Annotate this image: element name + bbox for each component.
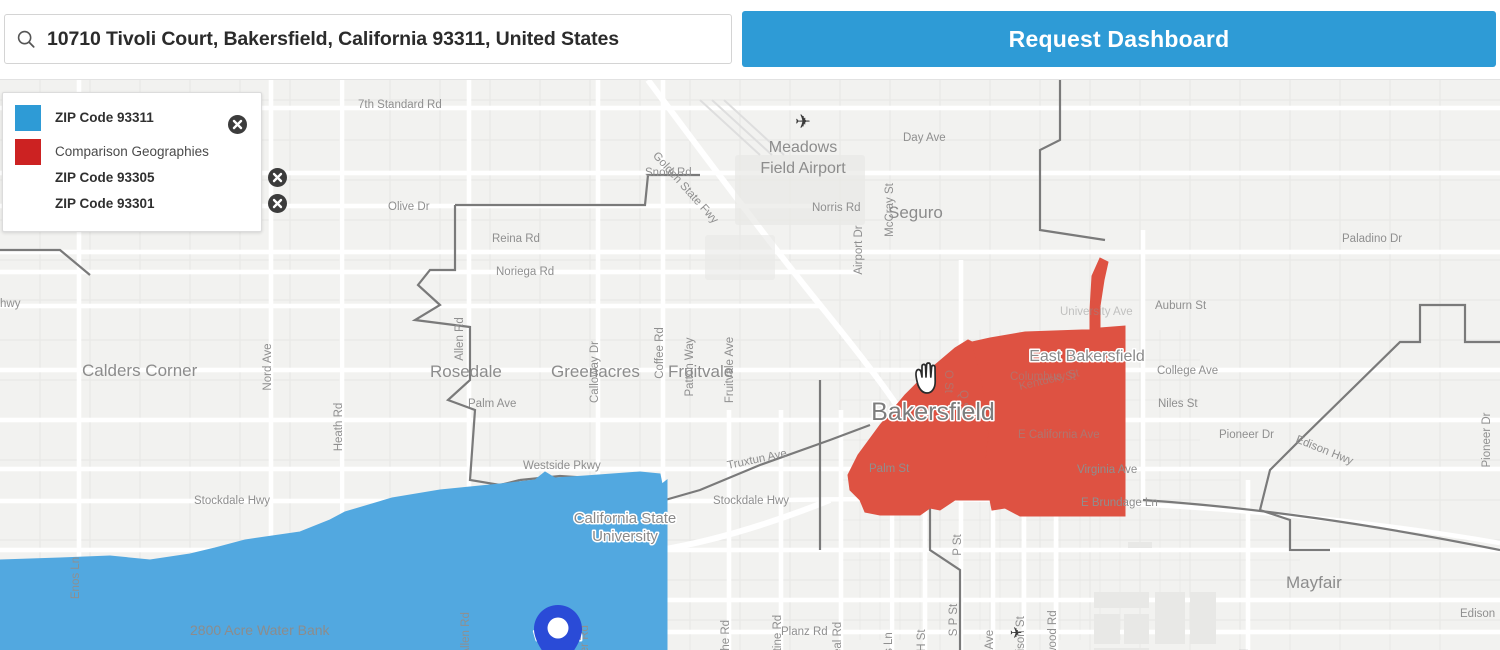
legend-item-zip-93305[interactable]: ZIP Code 93305 — [55, 165, 287, 191]
app-header: 10710 Tivoli Court, Bakersfield, Califor… — [0, 0, 1500, 80]
airplane-icon-south: ✈ — [1010, 625, 1023, 642]
svg-text:Day Ave: Day Ave — [903, 132, 946, 144]
svg-text:University Ave: University Ave — [1060, 306, 1133, 318]
svg-text:Greenacres: Greenacres — [551, 362, 640, 381]
zip-map-application: 10710 Tivoli Court, Bakersfield, Califor… — [0, 0, 1500, 650]
svg-text:Pioneer Dr: Pioneer Dr — [1219, 429, 1274, 441]
legend-swatch-primary — [15, 105, 41, 131]
svg-text:Palm St: Palm St — [869, 463, 910, 475]
svg-text:Rosedale: Rosedale — [430, 362, 502, 381]
legend-label-zip-93301: ZIP Code 93301 — [55, 196, 155, 211]
svg-text:Cottonwood Rd: Cottonwood Rd — [1047, 610, 1059, 650]
svg-text:S Real Rd: S Real Rd — [832, 622, 844, 650]
svg-text:Nord Ave: Nord Ave — [262, 343, 274, 390]
svg-text:Coffee Rd: Coffee Rd — [654, 327, 666, 379]
svg-text:S Allen Rd: S Allen Rd — [460, 612, 472, 650]
legend-label-comparison: Comparison Geographies — [55, 144, 209, 159]
svg-text:Noriega Rd: Noriega Rd — [496, 266, 554, 278]
map-legend-panel: ZIP Code 93311 Comparison Geographies ZI… — [2, 92, 287, 232]
svg-text:S H St: S H St — [916, 629, 928, 650]
svg-text:Allen Rd: Allen Rd — [454, 317, 466, 360]
svg-text:College Ave: College Ave — [1157, 365, 1218, 377]
svg-text:Mayfair: Mayfair — [1286, 573, 1342, 592]
svg-text:Westside Pkwy: Westside Pkwy — [523, 460, 601, 472]
svg-text:Hughes Ln: Hughes Ln — [883, 632, 895, 650]
svg-text:O St: O St — [942, 370, 954, 394]
svg-text:2800 Acre Water Bank: 2800 Acre Water Bank — [190, 622, 331, 638]
svg-text:Seguro: Seguro — [888, 203, 943, 222]
svg-text:Norris Rd: Norris Rd — [812, 202, 861, 214]
legend-group-comparison: Comparison Geographies ZIP Code 93305 ZI… — [15, 139, 287, 217]
close-icon-zip-93305[interactable] — [268, 168, 287, 187]
legend-comparison-items: ZIP Code 93305 ZIP Code 93301 — [55, 165, 287, 217]
search-icon — [17, 30, 35, 48]
map-canvas[interactable]: .rd { stroke:#ffffff; fill:none; } .rdg … — [0, 80, 1500, 650]
svg-text:S P St: S P St — [948, 603, 960, 636]
svg-text:New Stine Rd: New Stine Rd — [772, 615, 784, 650]
svg-text:Union Ave: Union Ave — [984, 630, 996, 650]
svg-text:Virginia Ave: Virginia Ave — [1077, 464, 1137, 476]
address-search-value[interactable]: 10710 Tivoli Court, Bakersfield, Califor… — [47, 28, 619, 51]
svg-text:California State: California State — [574, 510, 677, 527]
svg-text:Olive Dr: Olive Dr — [388, 201, 430, 213]
svg-text:E California Ave: E California Ave — [1018, 429, 1100, 441]
legend-item-zip-93301[interactable]: ZIP Code 93301 — [55, 191, 287, 217]
address-search-box[interactable]: 10710 Tivoli Court, Bakersfield, Califor… — [4, 14, 732, 64]
svg-text:Bakersfield: Bakersfield — [871, 398, 995, 426]
svg-text:Calders Corner: Calders Corner — [82, 361, 198, 380]
svg-text:East Bakersfield: East Bakersfield — [1029, 348, 1145, 365]
request-dashboard-button[interactable]: Request Dashboard — [742, 11, 1496, 67]
svg-text:Reina Rd: Reina Rd — [492, 233, 540, 245]
legend-row-primary: ZIP Code 93311 — [15, 105, 251, 134]
svg-text:Edison: Edison — [1460, 608, 1495, 620]
svg-text:Airport Dr: Airport Dr — [853, 225, 865, 274]
airplane-icon: ✈ — [795, 112, 811, 133]
legend-row-comparison-header: Comparison Geographies — [15, 139, 251, 165]
svg-text:Pioneer Dr: Pioneer Dr — [1481, 412, 1493, 467]
svg-text:Field Airport: Field Airport — [760, 160, 846, 177]
close-icon-zip-93311[interactable] — [228, 115, 247, 134]
legend-label-primary: ZIP Code 93311 — [55, 110, 154, 125]
svg-text:Stockdale Hwy: Stockdale Hwy — [194, 495, 270, 507]
svg-text:hwy: hwy — [0, 298, 21, 310]
close-icon-zip-93301[interactable] — [268, 194, 287, 213]
legend-swatch-comparison — [15, 139, 41, 165]
svg-text:Fruitvale: Fruitvale — [668, 362, 733, 381]
svg-text:Ashe Rd: Ashe Rd — [720, 620, 732, 650]
svg-text:7th Standard Rd: 7th Standard Rd — [358, 99, 442, 111]
svg-text:E Brundage Ln: E Brundage Ln — [1081, 497, 1158, 509]
svg-text:Heath Rd: Heath Rd — [333, 403, 345, 452]
svg-text:Planz Rd: Planz Rd — [781, 626, 828, 638]
svg-text:P St: P St — [952, 533, 964, 555]
svg-text:Auburn St: Auburn St — [1155, 300, 1207, 312]
svg-text:Enos Ln: Enos Ln — [70, 557, 82, 599]
legend-label-zip-93305: ZIP Code 93305 — [55, 170, 155, 185]
svg-text:Meadows: Meadows — [769, 139, 837, 156]
svg-text:Stockdale Hwy: Stockdale Hwy — [713, 495, 789, 507]
svg-text:University: University — [592, 528, 658, 545]
svg-text:Paladino Dr: Paladino Dr — [1342, 233, 1402, 245]
svg-text:Niles St: Niles St — [1158, 398, 1198, 410]
svg-text:Palm Ave: Palm Ave — [468, 398, 516, 410]
